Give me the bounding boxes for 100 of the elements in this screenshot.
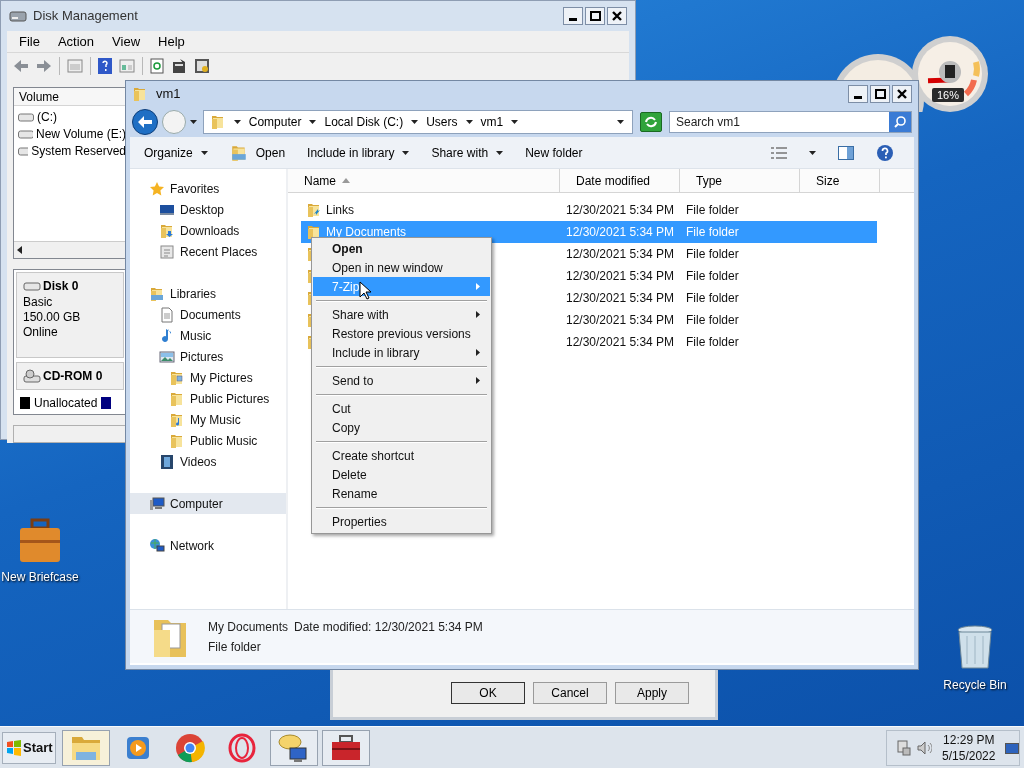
file-name: Links	[326, 202, 354, 219]
clock-time: 12:29 PM	[943, 731, 995, 748]
breadcrumb-item[interactable]: Local Disk (C:)	[324, 113, 404, 131]
menu-item[interactable]: Restore previous versions	[313, 324, 490, 343]
link-folder-icon	[306, 202, 322, 218]
search-button[interactable]	[889, 112, 911, 132]
menu-item[interactable]: View	[112, 31, 141, 52]
nav-item[interactable]: Videos	[130, 451, 286, 472]
close-button[interactable]	[607, 7, 627, 25]
disk-info: Online	[23, 325, 59, 340]
column-header[interactable]: Date modified	[560, 169, 680, 192]
nav-item[interactable]: Music	[130, 325, 286, 346]
volume-list-item[interactable]: (C:)	[14, 108, 126, 125]
volume-list-item[interactable]: System Reserved	[14, 142, 126, 159]
disk-info: 150.00 GB	[23, 310, 82, 325]
film-icon	[159, 453, 175, 470]
breadcrumb-item[interactable]: Users	[426, 113, 458, 131]
help-icon	[876, 143, 894, 162]
menu-item[interactable]: Rename	[313, 484, 490, 503]
toolbox-icon	[330, 733, 362, 762]
toolbar-button[interactable]: New folder	[525, 143, 583, 162]
minimize-button[interactable]	[848, 85, 868, 103]
back-button[interactable]	[132, 109, 158, 135]
menu-item[interactable]: Include in library	[313, 343, 490, 362]
menu-item[interactable]: Open in new window	[313, 258, 490, 277]
drive-icon	[18, 111, 34, 122]
nav-item[interactable]: My Pictures	[130, 367, 286, 388]
search-input[interactable]: Search vm1	[670, 112, 889, 132]
taskbar-button[interactable]	[322, 729, 370, 766]
nav-item[interactable]: Pictures	[130, 346, 286, 367]
start-button[interactable]: Start	[2, 731, 56, 764]
breadcrumb-item[interactable]: vm1	[480, 113, 504, 131]
open-folder-icon	[229, 143, 248, 162]
column-header[interactable]: Volume	[14, 88, 126, 106]
address-bar[interactable]: Computer Local Disk (C:) Users vm1	[202, 110, 634, 134]
menu-item[interactable]: Share with	[313, 305, 490, 324]
volume-list-item[interactable]: New Volume (E:)	[14, 125, 126, 142]
type-cell-text: File folder	[685, 312, 740, 329]
search-icon	[894, 116, 906, 128]
drive-icon	[23, 280, 41, 292]
drive-icon	[18, 145, 29, 156]
taskbar-button[interactable]	[270, 729, 318, 766]
dialog-button[interactable]: Apply	[615, 682, 689, 704]
date-cell-text: 12/30/2021 5:34 PM	[565, 290, 676, 307]
nav-item[interactable]: Network	[130, 535, 286, 556]
minimize-button[interactable]	[563, 7, 583, 25]
menu-item[interactable]: Delete	[313, 465, 490, 484]
refresh-button[interactable]	[640, 112, 662, 132]
disk-name: CD-ROM 0	[43, 368, 103, 385]
search-field[interactable]: Search vm1	[669, 111, 912, 133]
nav-item[interactable]: Computer	[130, 493, 286, 514]
panel-icon	[67, 59, 83, 73]
nav-item[interactable]: Libraries	[130, 283, 286, 304]
close-icon	[612, 11, 622, 21]
download-folder-icon	[159, 222, 175, 239]
dialog-button[interactable]: Cancel	[533, 682, 607, 704]
column-header[interactable]: Size	[800, 169, 880, 192]
menu-item[interactable]: Copy	[313, 418, 490, 437]
menu-item[interactable]: Help	[158, 31, 185, 52]
menu-item[interactable]: File	[19, 31, 40, 52]
toolbar-button[interactable]: Organize	[144, 143, 208, 162]
maximize-button[interactable]	[870, 85, 890, 103]
details-date: Date modified: 12/30/2021 5:34 PM	[294, 619, 483, 636]
menu-item[interactable]: Create shortcut	[313, 446, 490, 465]
menu-item[interactable]: Cut	[313, 399, 490, 418]
nav-item[interactable]: Desktop	[130, 199, 286, 220]
computer-icon	[149, 495, 165, 512]
toolbar-button[interactable]: Share with	[431, 143, 504, 162]
caret-icon	[411, 120, 419, 124]
menu-item[interactable]: Properties	[313, 512, 490, 531]
clock-date: 5/15/2022	[942, 747, 996, 764]
nav-item[interactable]: Favorites	[130, 178, 286, 199]
maximize-button[interactable]	[585, 7, 605, 25]
properties-icon	[171, 58, 187, 74]
music-folder-icon	[169, 411, 185, 428]
column-header[interactable]: Type	[680, 169, 800, 192]
nav-item[interactable]: Recent Places	[130, 241, 286, 262]
scroll-left-icon	[17, 246, 22, 254]
window-title: Disk Management	[33, 7, 138, 26]
column-header[interactable]: Name	[288, 169, 560, 192]
nav-item[interactable]: My Music	[130, 409, 286, 430]
nav-item[interactable]: Public Pictures	[130, 388, 286, 409]
picture-icon	[159, 348, 175, 365]
desktop-icon[interactable]: Recycle Bin	[935, 624, 1015, 694]
menu-item[interactable]: Send to	[313, 371, 490, 390]
toolbar-button[interactable]: Include in library	[307, 143, 410, 162]
network-icon	[149, 537, 165, 554]
desktop-icon[interactable]: New Briefcase	[0, 518, 80, 586]
nav-item[interactable]: Public Music	[130, 430, 286, 451]
close-button[interactable]	[892, 85, 912, 103]
minimize-icon	[569, 18, 577, 21]
folder-icon	[132, 86, 148, 102]
breadcrumb-item[interactable]: Computer	[248, 113, 302, 131]
menu-item[interactable]: Action	[57, 31, 95, 52]
caret-icon	[511, 120, 519, 124]
caret-icon	[809, 150, 816, 155]
nav-item[interactable]: Documents	[130, 304, 286, 325]
nav-item[interactable]: Downloads	[130, 220, 286, 241]
toolbar-button[interactable]: Open	[229, 143, 286, 162]
dialog-button[interactable]: OK	[451, 682, 525, 704]
